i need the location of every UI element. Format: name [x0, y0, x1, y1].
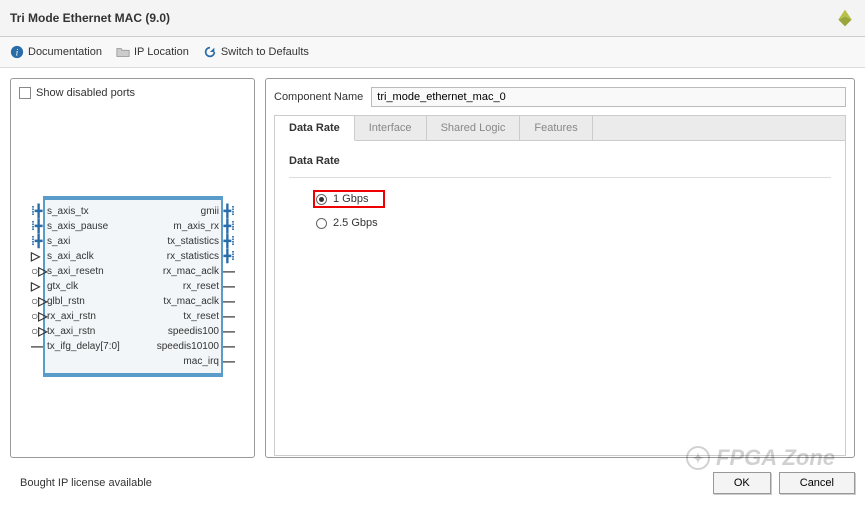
wire-icon: —: [223, 309, 235, 324]
toolbar: i Documentation IP Location Switch to De…: [0, 37, 865, 68]
tab-content: Data Rate 1 Gbps 2.5 Gbps: [274, 141, 846, 456]
header: Tri Mode Ethernet MAC (9.0): [0, 0, 865, 37]
port-left: ▷gtx_clk: [47, 279, 78, 294]
bus-icon: ⁞╋: [31, 204, 42, 219]
port-row: ○▷s_axi_resetn rx_mac_aclk—: [45, 264, 221, 279]
wire-icon: —: [223, 339, 235, 354]
wire-icon: —: [223, 279, 235, 294]
port-right: rx_statistics╋⁞: [167, 249, 219, 264]
port-left: ○▷s_axi_resetn: [47, 264, 104, 279]
documentation-link[interactable]: i Documentation: [10, 45, 102, 59]
documentation-label: Documentation: [28, 46, 102, 58]
refresh-icon: [203, 45, 217, 59]
port-right: rx_mac_aclk—: [163, 264, 219, 279]
tab-interface[interactable]: Interface: [355, 116, 427, 140]
port-row: ▷s_axi_aclk rx_statistics╋⁞: [45, 249, 221, 264]
bus-icon: ⁞╋: [31, 219, 42, 234]
license-status: Bought IP license available: [20, 477, 152, 489]
button-group: OK Cancel: [713, 472, 855, 494]
port-row: ⁞╋s_axi tx_statistics╋⁞: [45, 234, 221, 249]
svg-text:i: i: [16, 48, 19, 59]
ip-location-link[interactable]: IP Location: [116, 45, 189, 59]
wire-icon: —: [223, 264, 235, 279]
reset-icon: ○▷: [31, 264, 47, 279]
show-disabled-checkbox[interactable]: Show disabled ports: [17, 85, 248, 101]
port-right: rx_reset—: [183, 279, 219, 294]
port-left: ⁞╋s_axi: [47, 234, 70, 249]
port-left: ○▷glbl_rstn: [47, 294, 85, 309]
port-row: mac_irq—: [45, 354, 221, 369]
bus-icon: ╋⁞: [224, 219, 235, 234]
radio-1-gbps[interactable]: 1 Gbps: [313, 190, 385, 208]
tab-shared-logic[interactable]: Shared Logic: [427, 116, 521, 140]
tab-features[interactable]: Features: [520, 116, 592, 140]
port-left: ○▷tx_axi_rstn: [47, 324, 95, 339]
wire-icon: —: [223, 354, 235, 369]
info-icon: i: [10, 45, 24, 59]
switch-defaults-label: Switch to Defaults: [221, 46, 309, 58]
checkbox-icon: [19, 87, 31, 99]
bus-icon: ⁞╋: [31, 234, 42, 249]
radio-2-5-gbps[interactable]: 2.5 Gbps: [313, 214, 831, 232]
bus-icon: ╋⁞: [224, 204, 235, 219]
port-right: speedis100—: [168, 324, 219, 339]
bus-icon: ╋⁞: [224, 249, 235, 264]
port-right: tx_statistics╋⁞: [167, 234, 219, 249]
port-left: ○▷rx_axi_rstn: [47, 309, 96, 324]
ports-panel: Show disabled ports ⁞╋s_axis_txgmii╋⁞⁞╋s…: [10, 78, 255, 458]
port-right: mac_irq—: [183, 354, 219, 369]
reset-icon: ○▷: [31, 294, 47, 309]
port-row: ⁞╋s_axis_tx gmii╋⁞: [45, 204, 221, 219]
show-disabled-label: Show disabled ports: [36, 87, 135, 99]
section-title: Data Rate: [289, 155, 831, 167]
port-right: tx_reset—: [183, 309, 219, 324]
cancel-button[interactable]: Cancel: [779, 472, 855, 494]
section-divider: [289, 177, 831, 178]
data-rate-radio-group: 1 Gbps 2.5 Gbps: [289, 190, 831, 232]
port-row: ○▷glbl_rstn tx_mac_aclk—: [45, 294, 221, 309]
ip-location-label: IP Location: [134, 46, 189, 58]
ok-button[interactable]: OK: [713, 472, 771, 494]
wire-icon: —: [31, 339, 43, 354]
folder-icon: [116, 45, 130, 59]
bus-icon: ╋⁞: [224, 234, 235, 249]
port-left: —tx_ifg_delay[7:0]: [47, 339, 120, 354]
component-name-label: Component Name: [274, 91, 363, 103]
port-right: m_axis_rx╋⁞: [173, 219, 219, 234]
config-panel: Component Name Data RateInterfaceShared …: [265, 78, 855, 458]
port-row: ⁞╋s_axis_pause m_axis_rx╋⁞: [45, 219, 221, 234]
clock-icon: ▷: [31, 279, 40, 294]
component-name-input[interactable]: [371, 87, 846, 107]
port-left: ⁞╋s_axis_tx: [47, 204, 89, 219]
reset-icon: ○▷: [31, 324, 47, 339]
port-right: tx_mac_aclk—: [163, 294, 219, 309]
tabs: Data RateInterfaceShared LogicFeatures: [274, 115, 846, 141]
port-row: ○▷rx_axi_rstn tx_reset—: [45, 309, 221, 324]
reset-icon: ○▷: [31, 309, 47, 324]
port-row: ○▷tx_axi_rstn speedis100—: [45, 324, 221, 339]
footer: Bought IP license available OK Cancel: [0, 468, 865, 504]
port-right: speedis10100—: [157, 339, 219, 354]
radio-label: 2.5 Gbps: [333, 217, 378, 229]
switch-defaults-link[interactable]: Switch to Defaults: [203, 45, 309, 59]
block-diagram: ⁞╋s_axis_tx gmii╋⁞ ⁞╋s_axis_pause m_axis_rx…: [43, 196, 223, 377]
port-right: gmii╋⁞: [201, 204, 219, 219]
port-left: ⁞╋s_axis_pause: [47, 219, 108, 234]
radio-icon: [316, 218, 327, 229]
radio-icon: [316, 194, 327, 205]
radio-label: 1 Gbps: [333, 193, 368, 205]
port-row: —tx_ifg_delay[7:0] speedis10100—: [45, 339, 221, 354]
component-name-row: Component Name: [274, 87, 846, 107]
main-area: Show disabled ports ⁞╋s_axis_txgmii╋⁞⁞╋s…: [0, 68, 865, 468]
port-left: ▷s_axi_aclk: [47, 249, 94, 264]
vendor-logo-icon: [835, 8, 855, 28]
window-title: Tri Mode Ethernet MAC (9.0): [10, 11, 170, 25]
clock-icon: ▷: [31, 249, 40, 264]
wire-icon: —: [223, 294, 235, 309]
wire-icon: —: [223, 324, 235, 339]
port-row: ▷gtx_clk rx_reset—: [45, 279, 221, 294]
tab-data-rate[interactable]: Data Rate: [275, 116, 355, 141]
